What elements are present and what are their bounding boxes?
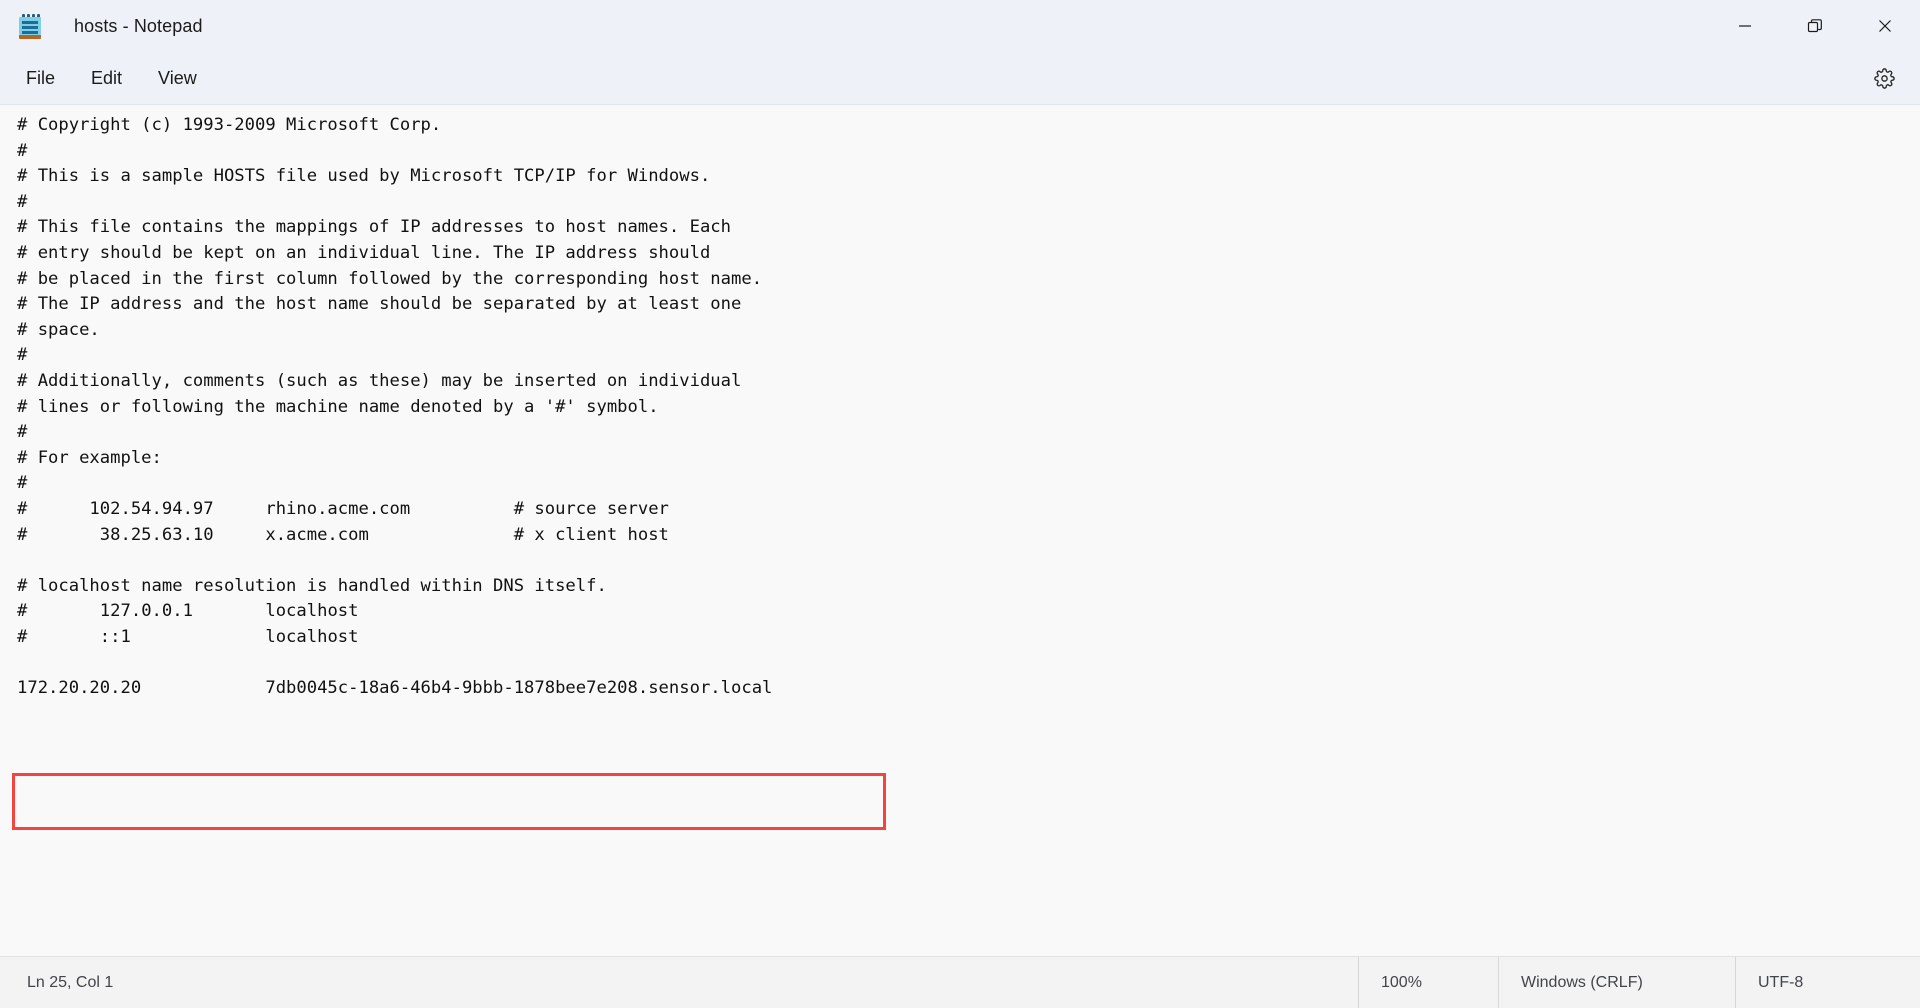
notepad-window: hosts - Notepad File Edit View # Copyrig… (0, 0, 1920, 1008)
editor-content[interactable]: # Copyright (c) 1993-2009 Microsoft Corp… (17, 113, 1920, 702)
restore-icon (1807, 19, 1822, 33)
encoding[interactable]: UTF-8 (1735, 957, 1920, 1008)
minimize-button[interactable] (1710, 0, 1780, 52)
highlighted-host-entry (12, 773, 886, 830)
status-bar: Ln 25, Col 1 100% Windows (CRLF) UTF-8 (0, 956, 1920, 1008)
gear-icon (1873, 67, 1895, 89)
close-button[interactable] (1850, 0, 1920, 52)
window-title: hosts - Notepad (74, 15, 203, 36)
menu-bar: File Edit View (0, 52, 1920, 105)
title-bar[interactable]: hosts - Notepad (0, 0, 1920, 52)
menu-item-edit[interactable]: Edit (77, 61, 136, 96)
menu-item-view[interactable]: View (144, 61, 211, 96)
notepad-icon (17, 13, 43, 39)
line-ending[interactable]: Windows (CRLF) (1498, 957, 1735, 1008)
restore-button[interactable] (1780, 0, 1850, 52)
close-icon (1879, 20, 1891, 32)
zoom-level[interactable]: 100% (1358, 957, 1498, 1008)
menu-item-file[interactable]: File (12, 61, 69, 96)
minimize-icon (1739, 25, 1751, 27)
cursor-position: Ln 25, Col 1 (27, 973, 114, 991)
window-controls (1710, 0, 1920, 52)
text-editor-area[interactable]: # Copyright (c) 1993-2009 Microsoft Corp… (0, 105, 1920, 956)
settings-button[interactable] (1864, 58, 1904, 98)
